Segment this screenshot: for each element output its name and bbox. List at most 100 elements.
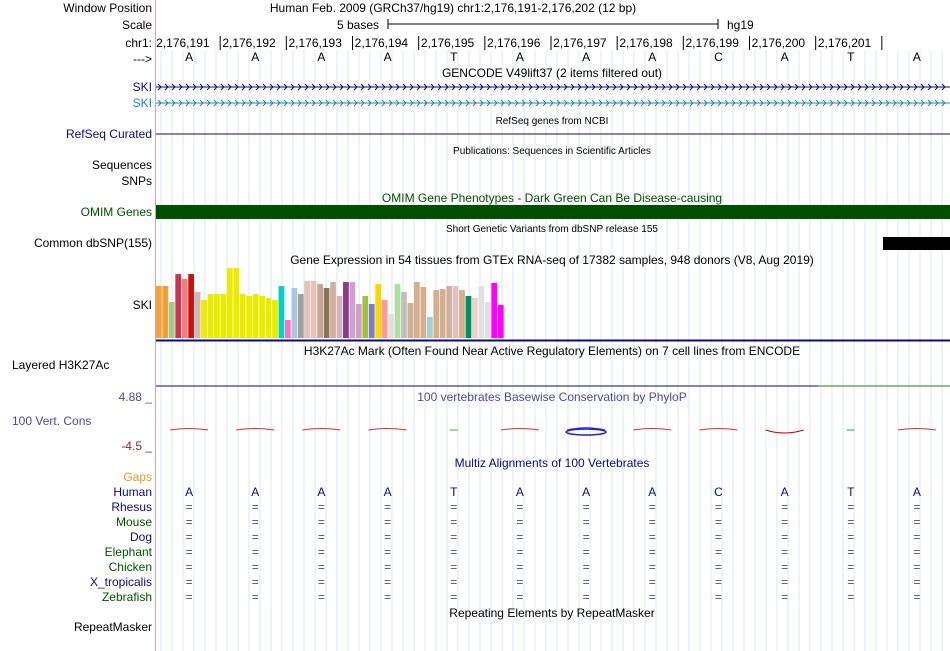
phylop-track-title: 100 vertebrates Basewise Conservation by… bbox=[417, 390, 687, 404]
alignment-match: = bbox=[384, 515, 392, 529]
base-letter: T bbox=[847, 50, 855, 64]
alignment-match: = bbox=[781, 530, 789, 544]
scale-label: Scale bbox=[121, 18, 152, 32]
alignment-match: = bbox=[516, 575, 524, 589]
gtex-tissue-bar bbox=[491, 283, 498, 338]
dbsnp-track-title: Short Genetic Variants from dbSNP releas… bbox=[446, 224, 658, 235]
repeatmasker-track-label[interactable]: RepeatMasker bbox=[74, 620, 152, 634]
publications-snps-label[interactable]: SNPs bbox=[121, 174, 152, 188]
human-base: A bbox=[648, 485, 657, 499]
alignment-match: = bbox=[847, 515, 855, 529]
species-label[interactable]: Elephant bbox=[105, 545, 152, 559]
gtex-tissue-bar bbox=[497, 305, 504, 338]
strand-arrow-label: ---> bbox=[133, 52, 152, 66]
gtex-tissue-bar bbox=[388, 314, 394, 338]
phylop-track-label[interactable]: 100 Vert. Cons bbox=[12, 414, 91, 428]
alignment-match: = bbox=[913, 590, 921, 604]
phylop-mark-emphasis bbox=[565, 428, 607, 436]
alignment-match: = bbox=[450, 545, 458, 559]
gtex-tissue-bar bbox=[226, 268, 233, 338]
alignment-match: = bbox=[648, 500, 656, 514]
gtex-tissue-bar bbox=[355, 304, 362, 338]
base-letter: A bbox=[582, 50, 591, 64]
alignment-match: = bbox=[185, 575, 193, 589]
gencode-item-label-1[interactable]: SKI bbox=[133, 80, 152, 94]
gtex-tissue-bar bbox=[156, 286, 162, 338]
alignment-match: = bbox=[714, 515, 722, 529]
species-label[interactable]: Rhesus bbox=[111, 500, 152, 514]
dbsnp-variant-bar bbox=[883, 237, 950, 250]
phylop-mark bbox=[500, 428, 539, 431]
gtex-tissue-bar bbox=[394, 284, 401, 338]
gtex-gene-label[interactable]: SKI bbox=[133, 298, 152, 312]
gaps-track-label[interactable]: Gaps bbox=[123, 470, 152, 484]
base-letter: T bbox=[450, 50, 458, 64]
omim-track-label[interactable]: OMIM Genes bbox=[81, 205, 152, 219]
alignment-match: = bbox=[384, 575, 392, 589]
species-label[interactable]: Mouse bbox=[116, 515, 152, 529]
phylop-mark bbox=[765, 429, 804, 434]
species-label[interactable]: Chicken bbox=[109, 560, 152, 574]
alignment-match: = bbox=[714, 530, 722, 544]
gtex-tissue-bar bbox=[214, 294, 220, 338]
gtex-tissue-bar bbox=[168, 302, 175, 338]
refseq-track-label[interactable]: RefSeq Curated bbox=[66, 127, 152, 141]
gtex-tissue-bar bbox=[246, 296, 253, 338]
alignment-match: = bbox=[781, 545, 789, 559]
omim-gene-bar bbox=[156, 205, 950, 219]
gtex-tissue-bar bbox=[304, 281, 311, 338]
base-letter: A bbox=[185, 50, 194, 64]
track-image-area[interactable]: Human Feb. 2009 (GRCh37/hg19) chr1:2,176… bbox=[156, 0, 950, 651]
gencode-item-label-2[interactable]: SKI bbox=[133, 96, 152, 110]
omim-track-title: OMIM Gene Phenotypes - Dark Green Can Be… bbox=[381, 191, 723, 205]
publications-sequences-label[interactable]: Sequences bbox=[92, 158, 152, 172]
gtex-tissue-bar bbox=[407, 303, 414, 338]
h3k27ac-track-label[interactable]: Layered H3K27Ac bbox=[12, 358, 109, 372]
gtex-tissue-bar bbox=[349, 282, 356, 338]
gtex-tissue-bar bbox=[414, 282, 420, 338]
alignment-match: = bbox=[516, 500, 524, 514]
gtex-tissue-bar bbox=[239, 294, 246, 338]
alignment-match: = bbox=[251, 560, 259, 574]
species-label[interactable]: Zebrafish bbox=[102, 590, 152, 604]
alignment-match: = bbox=[913, 560, 921, 574]
gtex-tissue-bar bbox=[426, 317, 433, 338]
scale-bar-text: 5 bases bbox=[337, 18, 380, 32]
alignment-match: = bbox=[251, 575, 259, 589]
alignment-match: = bbox=[714, 560, 722, 574]
alignment-match: = bbox=[781, 515, 789, 529]
gtex-tissue-bar bbox=[343, 282, 349, 338]
alignment-match: = bbox=[317, 575, 325, 589]
human-base: A bbox=[251, 485, 260, 499]
base-letter: A bbox=[648, 50, 657, 64]
gtex-tissue-bar bbox=[201, 300, 207, 338]
repeatmasker-track-title: Repeating Elements by RepeatMasker bbox=[449, 606, 655, 620]
gtex-tissue-bar bbox=[162, 286, 169, 338]
multiz-track-title: Multiz Alignments of 100 Vertebrates bbox=[454, 456, 650, 470]
alignment-match: = bbox=[648, 515, 656, 529]
gtex-tissue-bar bbox=[188, 274, 194, 338]
gtex-tissue-bar bbox=[420, 287, 427, 338]
alignment-match: = bbox=[185, 500, 193, 514]
gtex-tissue-bar bbox=[181, 279, 188, 338]
phylop-mark bbox=[170, 428, 209, 431]
species-label[interactable]: X_tropicalis bbox=[90, 575, 152, 589]
dbsnp-track-label[interactable]: Common dbSNP(155) bbox=[34, 236, 152, 250]
base-letter: A bbox=[383, 50, 392, 64]
alignment-match: = bbox=[714, 545, 722, 559]
alignment-match: = bbox=[582, 560, 590, 574]
species-label[interactable]: Dog bbox=[130, 530, 152, 544]
gtex-tissue-bar bbox=[259, 296, 265, 338]
gtex-tissue-bar bbox=[317, 284, 323, 338]
alignment-match: = bbox=[847, 545, 855, 559]
alignment-match: = bbox=[913, 575, 921, 589]
gtex-tissue-bar bbox=[207, 294, 214, 338]
human-base: T bbox=[450, 485, 458, 499]
species-label[interactable]: Human bbox=[113, 485, 152, 499]
ruler-coordinate: 2,176,194 bbox=[354, 36, 409, 50]
alignment-match: = bbox=[913, 500, 921, 514]
alignment-match: = bbox=[781, 560, 789, 574]
gtex-tissue-bar bbox=[472, 298, 478, 338]
track-labels-column: Window Position Scale chr1: ---> SKI SKI… bbox=[0, 0, 155, 651]
alignment-match: = bbox=[450, 575, 458, 589]
